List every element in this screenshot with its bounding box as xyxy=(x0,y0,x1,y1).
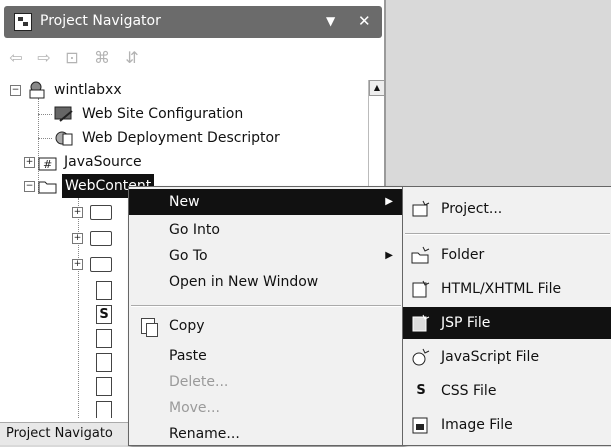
submenu-arrow-icon: ▶ xyxy=(385,250,393,261)
expand-toggle-icon[interactable]: + xyxy=(72,259,83,270)
jsp-file-icon xyxy=(96,377,112,396)
submenu-item-label: Project... xyxy=(441,201,503,217)
menu-item-label: Delete... xyxy=(169,374,229,390)
view-title-bar[interactable]: Project Navigator ▼ ✕ xyxy=(4,6,382,38)
menu-item-move[interactable]: Move... xyxy=(129,395,403,421)
menu-item-label: Go Into xyxy=(169,222,220,238)
folder-icon xyxy=(90,257,112,272)
collapse-all-icon[interactable]: ⌘ xyxy=(92,48,112,68)
javascript-file-icon xyxy=(411,348,431,366)
submenu-item-label: CSS File xyxy=(441,383,497,399)
new-folder-icon xyxy=(411,246,431,264)
menu-item-label: Paste xyxy=(169,348,207,364)
menu-item-label: Go To xyxy=(169,248,208,264)
submenu-item-image-file[interactable]: Image File xyxy=(403,409,611,441)
tree-item-label: JavaSource xyxy=(64,154,142,170)
source-folder-icon: # xyxy=(38,153,58,171)
new-project-icon xyxy=(411,200,431,218)
jsp-file-icon xyxy=(96,353,112,372)
submenu-item-label: Image File xyxy=(441,417,513,433)
jsp-file-icon xyxy=(411,314,431,332)
image-file-icon xyxy=(96,329,112,348)
submenu-item-label: HTML/XHTML File xyxy=(441,281,562,297)
submenu-arrow-icon: ▶ xyxy=(385,196,393,207)
submenu-item-javascript-file[interactable]: JavaScript File xyxy=(403,341,611,373)
forward-icon[interactable]: ⇨ xyxy=(34,48,54,68)
submenu-item-jsp-file[interactable]: JSP File xyxy=(403,307,611,339)
back-icon[interactable]: ⇦ xyxy=(6,48,26,68)
menu-item-label: Copy xyxy=(169,318,205,334)
folder-icon xyxy=(90,205,112,220)
tree-item-label: wintlabxx xyxy=(54,82,122,98)
expand-toggle-icon[interactable]: + xyxy=(24,157,35,168)
tree-item-label: Web Site Configuration xyxy=(82,106,244,122)
jsp-file-icon xyxy=(96,281,112,300)
project-icon xyxy=(28,81,48,99)
submenu-item-css-file[interactable]: S CSS File xyxy=(403,375,611,407)
css-file-icon: S xyxy=(416,383,426,398)
menu-item-label: New xyxy=(169,194,200,210)
context-menu: New ▶ Go Into Go To ▶ Open in New Window… xyxy=(128,186,404,446)
web-site-config-icon xyxy=(54,105,74,123)
tree-item-label: Web Deployment Descriptor xyxy=(82,130,280,146)
menu-item-go-to[interactable]: Go To ▶ xyxy=(129,243,403,269)
menu-separator xyxy=(405,233,610,235)
menu-item-paste[interactable]: Paste xyxy=(129,343,403,369)
menu-item-label: Rename... xyxy=(169,426,240,442)
navigator-view-icon xyxy=(14,13,32,31)
submenu-item-label: JavaScript File xyxy=(441,349,540,365)
submenu-item-label: JSP File xyxy=(441,315,491,331)
folder-open-icon xyxy=(38,177,58,195)
html-file-icon xyxy=(411,280,431,298)
tree-connector xyxy=(38,114,52,115)
submenu-item-project[interactable]: Project... xyxy=(403,193,611,225)
collapse-toggle-icon[interactable]: − xyxy=(24,181,35,192)
submenu-item-folder[interactable]: Folder xyxy=(403,239,611,271)
menu-item-new[interactable]: New ▶ xyxy=(129,189,403,215)
menu-item-copy[interactable]: Copy xyxy=(129,313,403,339)
up-icon[interactable]: ⊡ xyxy=(62,48,82,68)
menu-item-delete[interactable]: Delete... xyxy=(129,369,403,395)
scroll-up-arrow-icon[interactable]: ▲ xyxy=(369,80,385,96)
menu-separator xyxy=(131,305,401,307)
tree-connector xyxy=(78,198,79,418)
css-file-icon: S xyxy=(96,305,112,324)
new-submenu: Project... Folder HTML/XHTML File JSP Fi… xyxy=(402,186,611,446)
tree-connector xyxy=(38,138,52,139)
collapse-toggle-icon[interactable]: − xyxy=(10,85,21,96)
folder-icon xyxy=(90,231,112,246)
view-menu-chevron-down-icon[interactable]: ▼ xyxy=(326,11,335,31)
image-file-icon xyxy=(411,416,431,434)
view-title: Project Navigator xyxy=(40,13,161,29)
menu-item-go-into[interactable]: Go Into xyxy=(129,217,403,243)
menu-item-label: Move... xyxy=(169,400,220,416)
close-icon[interactable]: ✕ xyxy=(358,11,371,31)
expand-toggle-icon[interactable]: + xyxy=(72,207,83,218)
menu-item-rename[interactable]: Rename... xyxy=(129,421,403,447)
deployment-descriptor-icon xyxy=(54,129,74,147)
copy-icon xyxy=(141,318,158,337)
view-toolbar: ⇦ ⇨ ⊡ ⌘ ⇵ xyxy=(4,44,382,72)
link-icon[interactable]: ⇵ xyxy=(122,48,142,68)
menu-item-open-in-new-window[interactable]: Open in New Window xyxy=(129,269,403,295)
menu-item-label: Open in New Window xyxy=(169,274,319,290)
submenu-item-html-file[interactable]: HTML/XHTML File xyxy=(403,273,611,305)
expand-toggle-icon[interactable]: + xyxy=(72,233,83,244)
jsp-file-icon xyxy=(96,401,112,418)
submenu-item-label: Folder xyxy=(441,247,485,263)
svg-text:#: # xyxy=(43,158,52,171)
